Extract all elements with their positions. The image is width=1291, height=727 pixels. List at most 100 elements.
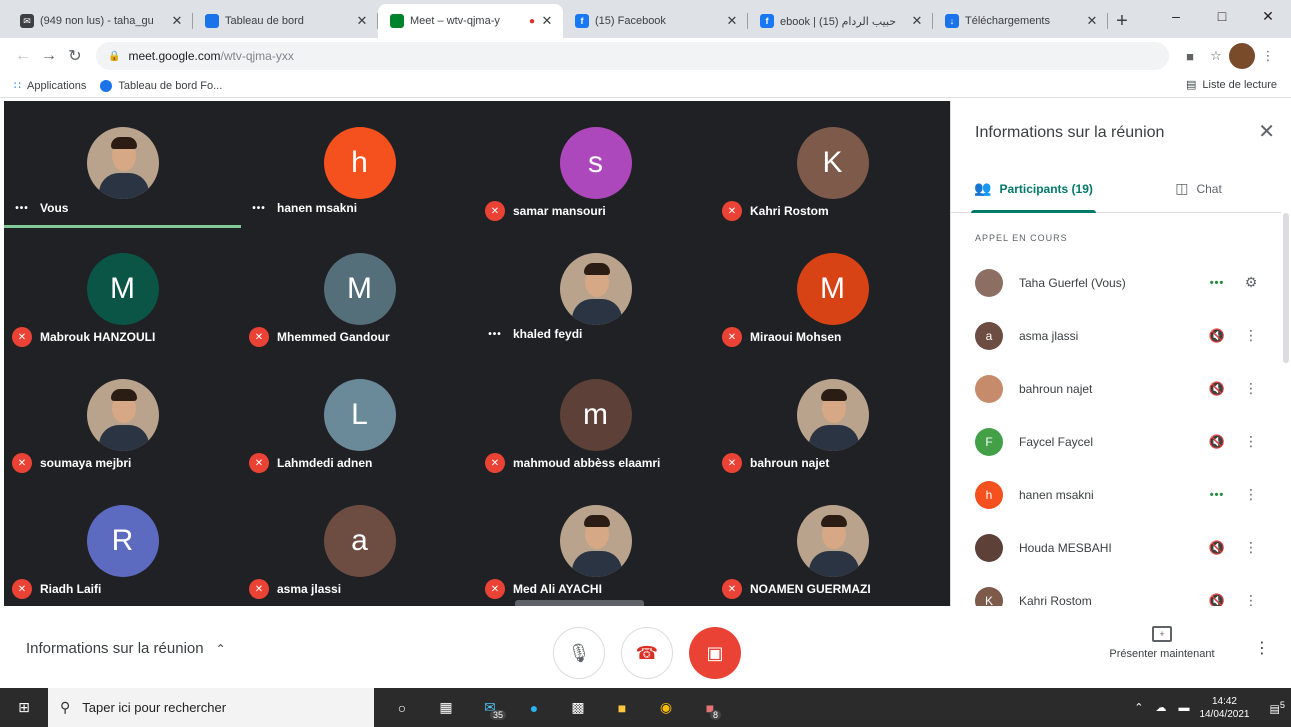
participant-tile[interactable]: ✕ NOAMEN GUERMAZI	[714, 479, 951, 601]
participant-tile[interactable]: M ✕ Mhemmed Gandour	[241, 227, 478, 349]
meeting-info-button[interactable]: Informations sur la réunion ⌃	[26, 640, 226, 657]
windows-start-icon[interactable]: ⊞	[0, 688, 48, 727]
clock-time: 14:42	[1211, 695, 1237, 707]
tab-close-icon[interactable]: ✕	[909, 13, 925, 29]
browser-tab[interactable]: f (15) Facebook ✕	[563, 4, 748, 38]
chrome-icon[interactable]: ◉	[644, 688, 688, 727]
participant-tile[interactable]: K ✕ Kahri Rostom	[714, 101, 951, 223]
participant-tile[interactable]: s ✕ samar mansouri	[477, 101, 714, 223]
store-icon[interactable]: ▩	[556, 688, 600, 727]
participant-tile[interactable]: ••• Vous	[4, 101, 241, 228]
tab-close-icon[interactable]: ✕	[354, 13, 370, 29]
more-options-icon[interactable]: ⋮	[1237, 486, 1265, 503]
camera-button[interactable]: ▣	[689, 627, 741, 679]
mic-off-icon: ✕	[722, 579, 742, 599]
mic-muted-icon[interactable]: 🔇	[1197, 328, 1237, 344]
pin-icon[interactable]: ⚙	[1237, 274, 1265, 291]
tab-participants[interactable]: 👥 Participants (19)	[951, 165, 1116, 213]
bookmark-applications[interactable]: ∷ Applications	[14, 79, 86, 93]
maximize-button[interactable]: □	[1199, 0, 1245, 32]
participant-name-label: bahroun najet	[750, 456, 830, 470]
tab-label: (15) Facebook	[595, 15, 666, 27]
participant-tile[interactable]: M ✕ Miraoui Mohsen	[714, 227, 951, 349]
camera-indicator-icon[interactable]: ■	[1177, 43, 1203, 69]
participant-name: Faycel Faycel	[1019, 434, 1094, 449]
browser-tab[interactable]: ↓ Téléchargements ✕	[933, 4, 1108, 38]
app-icon[interactable]: ■ 8	[688, 688, 732, 727]
mic-off-icon: ✕	[12, 327, 32, 347]
edge-icon[interactable]: ●	[512, 688, 556, 727]
mic-muted-icon[interactable]: 🔇	[1197, 434, 1237, 450]
minimize-button[interactable]: –	[1153, 0, 1199, 32]
participant-tile[interactable]: m ✕ mahmoud abbèss elaamri	[477, 353, 714, 475]
participant-name-label: NOAMEN GUERMAZI	[750, 582, 871, 596]
mic-off-icon: ✕	[12, 579, 32, 599]
mic-off-icon: ✕	[485, 201, 505, 221]
participant-avatar: K	[796, 127, 869, 199]
profile-avatar[interactable]	[1229, 43, 1255, 69]
mail-app-icon[interactable]: ✉ 35	[468, 688, 512, 727]
participant-tile[interactable]: R ✕ Riadh Laifi	[4, 479, 241, 601]
present-now-button[interactable]: + Présenter maintenant	[1100, 626, 1224, 660]
forward-button[interactable]: →	[36, 43, 62, 69]
mic-muted-icon[interactable]: 🔇	[1197, 540, 1237, 556]
tab-close-icon[interactable]: ✕	[724, 13, 740, 29]
participant-tile[interactable]: a ✕ asma jlassi	[241, 479, 478, 601]
meeting-info-label: Informations sur la réunion	[26, 640, 204, 657]
reading-list-button[interactable]: ▤ Liste de lecture	[1186, 78, 1277, 92]
hang-up-button[interactable]: ☎	[621, 627, 673, 679]
cloud-icon[interactable]: ☁	[1155, 701, 1166, 714]
show-hidden-icons-icon[interactable]: ⌃	[1134, 701, 1143, 714]
more-options-icon[interactable]: ⋮	[1237, 380, 1265, 397]
close-window-button[interactable]: ✕	[1245, 0, 1291, 32]
bookmark-tableau-de-bord[interactable]: Tableau de bord Fo...	[100, 79, 222, 92]
browser-tab-strip: ✉ (949 non lus) - taha_gu ✕ Tableau de bord…	[0, 0, 1291, 38]
cortana-icon[interactable]: ○	[380, 688, 424, 727]
participant-tile[interactable]: ✕ Med Ali AYACHI	[477, 479, 714, 601]
mic-muted-icon[interactable]: 🔇	[1197, 381, 1237, 397]
more-options-icon[interactable]: ⋮	[1237, 327, 1265, 344]
taskbar-search-box[interactable]: ⚲ Taper ici pour rechercher	[48, 688, 374, 727]
network-icon[interactable]: ▬	[1178, 702, 1189, 714]
participant-row[interactable]: F Faycel Faycel 🔇 ⋮	[951, 415, 1281, 468]
participant-tile[interactable]: ✕ bahroun najet	[714, 353, 951, 475]
browser-menu-icon[interactable]: ⋮	[1255, 43, 1281, 69]
participant-tile[interactable]: ✕ soumaya mejbri	[4, 353, 241, 475]
participant-tile[interactable]: M ✕ Mabrouk HANZOULI	[4, 227, 241, 349]
close-panel-icon[interactable]: ✕	[1258, 119, 1275, 144]
taskbar-clock[interactable]: 14:42 14/04/2021	[1199, 695, 1249, 721]
browser-tab[interactable]: Meet – wtv-qjma-y ● ✕	[378, 4, 563, 38]
notification-center-icon[interactable]: ▤5	[1270, 700, 1286, 716]
more-options-icon[interactable]: ⋮	[1237, 539, 1265, 556]
task-view-icon[interactable]: ▦	[424, 688, 468, 727]
browser-tab[interactable]: ✉ (949 non lus) - taha_gu ✕	[8, 4, 193, 38]
browser-tab[interactable]: f ebook | (15) حبيب الردام ✕	[748, 4, 933, 38]
participant-row[interactable]: Houda MESBAHI 🔇 ⋮	[951, 521, 1281, 574]
more-options-icon[interactable]: ⋮	[1254, 638, 1270, 658]
participant-row[interactable]: Taha Guerfel (Vous) ••• ⚙	[951, 256, 1281, 309]
participant-tile[interactable]: h ••• hanen msakni	[241, 101, 478, 223]
panel-scrollbar[interactable]	[1283, 213, 1289, 363]
bookmark-star-icon[interactable]: ☆	[1203, 43, 1229, 69]
new-tab-button[interactable]: +	[1108, 4, 1136, 38]
more-options-icon[interactable]: ⋮	[1237, 433, 1265, 450]
reload-button[interactable]: ↻	[62, 43, 88, 69]
mic-button[interactable]: 🎙	[553, 627, 605, 679]
participant-tile[interactable]: ••• khaled feydi	[477, 227, 714, 349]
participant-row[interactable]: bahroun najet 🔇 ⋮	[951, 362, 1281, 415]
participant-row[interactable]: a asma jlassi 🔇 ⋮	[951, 309, 1281, 362]
file-explorer-icon[interactable]: ■	[600, 688, 644, 727]
mic-off-icon: ✕	[249, 453, 269, 473]
tab-close-icon[interactable]: ✕	[1084, 13, 1100, 29]
tab-chat[interactable]: ◫ Chat	[1116, 165, 1281, 212]
browser-tab[interactable]: Tableau de bord ✕	[193, 4, 378, 38]
meeting-details-panel: Informations sur la réunion ✕ 👥 Particip…	[950, 101, 1291, 615]
back-button[interactable]: ←	[10, 43, 36, 69]
avatar-initial: F	[985, 434, 993, 449]
participant-tile[interactable]: L ✕ Lahmdedi adnen	[241, 353, 478, 475]
omnibox[interactable]: 🔒 meet.google.com/wtv-qjma-yxx	[96, 42, 1169, 70]
tab-close-icon[interactable]: ✕	[539, 13, 555, 29]
tab-close-icon[interactable]: ✕	[169, 13, 185, 29]
participant-row[interactable]: h hanen msakni ••• ⋮	[951, 468, 1281, 521]
chevron-up-icon: ⌃	[215, 641, 226, 656]
